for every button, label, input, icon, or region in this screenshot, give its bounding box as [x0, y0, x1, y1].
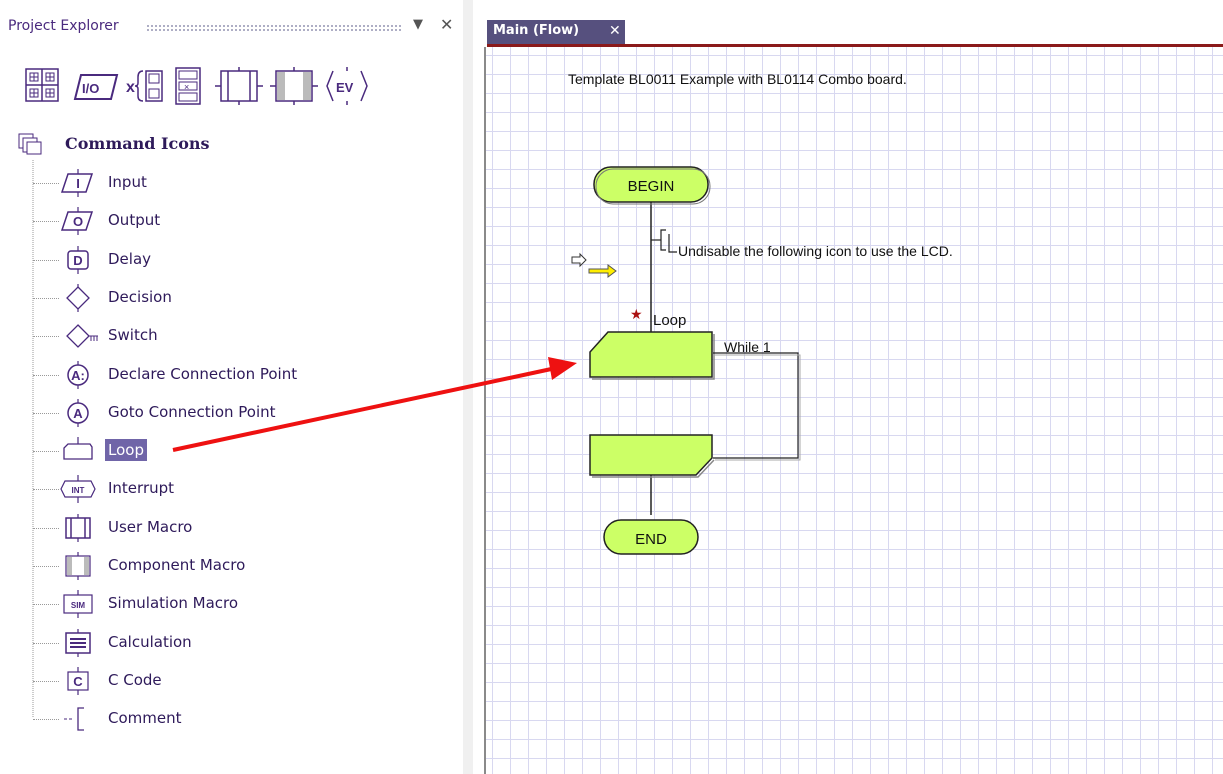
project-explorer-panel: Project Explorer ▼ ✕ I/O x × EV Command … — [0, 0, 473, 774]
flowchart-heading: Template BL0011 Example with BL0114 Comb… — [568, 71, 907, 87]
tree-item-delay[interactable]: D Delay — [30, 245, 430, 275]
tree-connector — [33, 680, 59, 682]
output-icon: O — [60, 207, 94, 236]
icon-glyph: C — [73, 674, 83, 689]
icon-glyph: A — [73, 406, 83, 421]
tree-connector — [33, 451, 59, 453]
tree-connector — [33, 527, 59, 529]
comment-block[interactable]: Undisable the following icon to use the … — [651, 229, 953, 259]
input-icon: I — [60, 169, 94, 197]
end-terminal[interactable]: END — [603, 519, 699, 555]
decision-icon — [66, 283, 90, 312]
tree-item-switch[interactable]: Switch — [30, 321, 430, 351]
component-macro-icon — [65, 552, 91, 580]
icon-glyph: SIM — [71, 601, 86, 610]
comment-icon — [64, 707, 84, 731]
tree-item-loop[interactable]: Loop — [30, 436, 430, 466]
tree-root-label: Command Icons — [65, 134, 210, 153]
c-code-icon: C — [67, 666, 89, 695]
loop-star-icon: ★ — [630, 306, 643, 322]
tree-connector — [33, 489, 59, 491]
user-macro-icon — [65, 513, 91, 542]
tree-item-label: Delay — [108, 249, 152, 268]
tree-connector — [33, 719, 59, 721]
tree-connector — [33, 604, 59, 606]
interrupt-icon: INT — [60, 475, 96, 504]
flowchart: Template BL0011 Example with BL0114 Comb… — [568, 71, 953, 555]
begin-label: BEGIN — [628, 178, 675, 195]
loop-end-block[interactable] — [589, 434, 715, 478]
tree-item-label: Output — [108, 211, 161, 230]
tree-item-label: Simulation Macro — [108, 594, 239, 613]
calculation-icon — [65, 628, 91, 657]
tree-item-simulation-macro[interactable]: SIM Simulation Macro — [30, 589, 430, 619]
tree-connector — [33, 566, 59, 567]
icon-glyph: O — [73, 214, 83, 229]
tree-item-label: Declare Connection Point — [108, 364, 298, 383]
tree-item-label: Input — [108, 173, 147, 191]
tree-item-c-code[interactable]: C C Code — [30, 666, 430, 696]
tree-item-component-macro[interactable]: Component Macro — [30, 551, 430, 581]
tree-connector — [33, 642, 59, 644]
tree-connector — [33, 183, 59, 184]
begin-terminal[interactable]: BEGIN — [593, 166, 711, 205]
tree-item-input[interactable]: I Input — [30, 168, 430, 198]
tree-connector — [33, 221, 59, 223]
icon-glyph: I — [76, 176, 80, 191]
tree-item-label: Switch — [108, 326, 158, 345]
tree-item-label: User Macro — [108, 517, 193, 536]
loop-icon — [63, 437, 93, 460]
panel-splitter[interactable] — [463, 0, 473, 774]
tree-item-interrupt[interactable]: INT Interrupt — [30, 474, 430, 504]
tree-item-user-macro[interactable]: User Macro — [30, 513, 430, 543]
tree-item-label: Interrupt — [108, 479, 175, 498]
loop-label: Loop — [653, 312, 686, 329]
loop-return-shadow — [715, 354, 801, 461]
tree-item-label: Goto Connection Point — [108, 402, 276, 421]
comment-text: Undisable the following icon to use the … — [678, 243, 953, 259]
end-label: END — [635, 531, 667, 548]
simulation-macro-icon: SIM — [63, 590, 93, 619]
command-icons-icon — [18, 133, 42, 155]
tree-item-label: C Code — [108, 670, 162, 689]
tree-connector — [33, 297, 59, 299]
insertion-pointer-icon — [571, 252, 617, 278]
tree-item-declare-connection-point[interactable]: A: Declare Connection Point — [30, 360, 430, 390]
tree-item-decision[interactable]: Decision — [30, 283, 430, 313]
tree-item-label: Calculation — [108, 632, 192, 651]
loop-start-block[interactable] — [589, 331, 715, 380]
tab-main-flow[interactable]: Main (Flow) ✕ — [487, 20, 625, 44]
tree-connector — [33, 336, 59, 338]
icon-glyph: A: — [71, 368, 85, 383]
goto-connection-icon: A — [67, 398, 89, 427]
switch-icon — [66, 324, 98, 349]
tree-item-calculation[interactable]: Calculation — [30, 628, 430, 658]
icon-glyph: INT — [72, 486, 85, 495]
delay-icon: D — [67, 245, 89, 274]
tree-connector — [33, 374, 59, 376]
loop-return-line — [713, 352, 799, 459]
tree-item-label: Comment — [108, 709, 182, 728]
icon-glyph: D — [73, 253, 82, 268]
tree-item-label: Loop — [105, 439, 147, 462]
declare-connection-icon: A: — [67, 360, 89, 389]
tree-item-label: Component Macro — [108, 556, 246, 574]
tree-item-comment[interactable]: Comment — [30, 704, 430, 734]
tab-label: Main (Flow) — [493, 23, 580, 38]
flowchart-canvas[interactable]: Template BL0011 Example with BL0114 Comb… — [484, 47, 1223, 774]
tree-item-label: Decision — [108, 287, 172, 306]
tree-item-output[interactable]: O Output — [30, 206, 430, 236]
tree-item-goto-connection-point[interactable]: A Goto Connection Point — [30, 398, 430, 428]
tree-connector — [33, 412, 59, 414]
close-tab-button[interactable]: ✕ — [609, 23, 621, 39]
tree-connector — [33, 259, 59, 261]
